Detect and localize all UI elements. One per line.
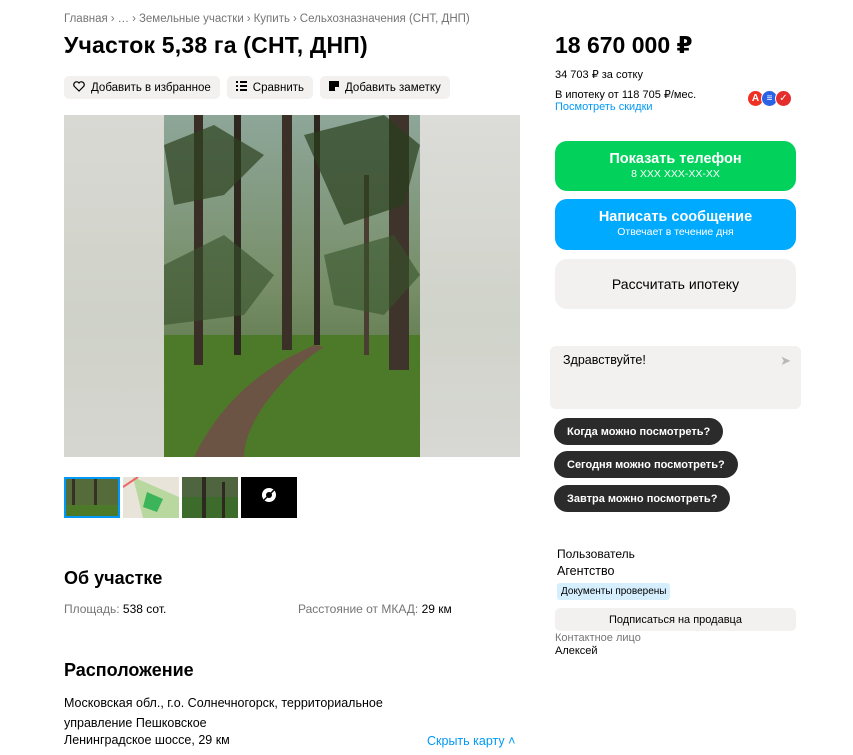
main-photo[interactable] — [164, 115, 420, 457]
gallery-blur-right — [420, 115, 520, 457]
add-note-button[interactable]: Добавить заметку — [320, 76, 450, 99]
about-heading: Об участке — [64, 568, 163, 588]
distance-param: Расстояние от МКАД: 29 км — [298, 602, 452, 616]
write-message-button[interactable]: Написать сообщение Отвечает в течение дн… — [555, 199, 796, 250]
thumbnail-strip — [64, 477, 297, 518]
breadcrumb: Главная ›… › Земельные участки › Купить › Сельх… — [64, 13, 470, 25]
distance-label: Расстояние от МКАД: — [298, 602, 419, 616]
mortgage-estimate: В ипотеку от 118 705 ₽/мес. — [555, 89, 697, 101]
chevron-up-icon: ˄ — [508, 734, 516, 748]
breadcrumb-category[interactable]: Сельхозназначения (СНТ, ДНП) — [300, 13, 470, 25]
bank-check-icon: ✓ — [775, 90, 792, 107]
breadcrumb-home[interactable]: Главная — [64, 13, 108, 25]
quick-question-button[interactable]: Сегодня можно посмотреть? — [554, 451, 738, 478]
area-label: Площадь: — [64, 602, 120, 616]
calculate-mortgage-button[interactable]: Рассчитать ипотеку — [555, 259, 796, 309]
note-icon — [329, 81, 340, 94]
breadcrumb-ellipsis[interactable]: … — [118, 13, 130, 25]
hide-map-label: Скрыть карту — [427, 734, 505, 748]
page-title: Участок 5,38 га (СНТ, ДНП) — [64, 32, 368, 58]
send-icon[interactable]: ➤ — [780, 353, 791, 369]
hide-map-link[interactable]: Скрыть карту ˄ — [427, 734, 515, 748]
area-value: 538 сот. — [122, 602, 167, 616]
location-heading: Расположение — [64, 660, 194, 680]
note-label: Добавить заметку — [345, 81, 441, 94]
compare-icon — [235, 81, 247, 94]
seller-name[interactable]: Агентство — [557, 564, 615, 578]
thumbnail[interactable] — [182, 477, 238, 518]
contact-person-label: Контактное лицо — [555, 632, 641, 644]
calculate-mortgage-label: Рассчитать ипотеку — [611, 276, 740, 292]
show-phone-button[interactable]: Показать телефон 8 XXX XXX-XX-XX — [555, 141, 796, 191]
breadcrumb-land[interactable]: Земельные участки — [139, 13, 244, 25]
view-discounts-link[interactable]: Посмотреть скидки — [555, 101, 653, 113]
breadcrumb-separator: › — [110, 13, 115, 25]
add-to-favorites-button[interactable]: Добавить в избранное — [64, 76, 220, 99]
show-phone-label: Показать телефон — [609, 151, 742, 167]
seller-type: Пользователь — [557, 547, 635, 561]
breadcrumb-separator: › — [292, 13, 297, 25]
subscribe-seller-button[interactable]: Подписаться на продавца — [555, 608, 796, 631]
highway: Ленинградское шоссе, 29 км — [64, 733, 230, 747]
area-param: Площадь: 538 сот. — [64, 602, 166, 616]
bank-logos[interactable]: А ≡ ✓ — [747, 90, 792, 107]
favorites-label: Добавить в избранное — [91, 81, 211, 94]
listing-actions: Добавить в избранное Сравнить Добавить з… — [64, 76, 450, 99]
contact-person-name: Алексей — [555, 645, 598, 657]
quick-question-button[interactable]: Когда можно посмотреть? — [554, 418, 724, 445]
breadcrumb-separator: › — [246, 13, 251, 25]
message-text: Здравствуйте! — [563, 353, 646, 367]
gallery-blur-left — [64, 115, 164, 457]
compare-button[interactable]: Сравнить — [226, 76, 314, 99]
compare-label: Сравнить — [252, 81, 305, 94]
breadcrumb-separator: › — [132, 13, 136, 25]
price-per-sotka: 34 703 ₽ за сотку — [555, 69, 643, 81]
camera-off-icon — [261, 487, 277, 508]
quick-question-button[interactable]: Завтра можно посмотреть? — [554, 485, 731, 512]
write-message-label: Написать сообщение — [598, 209, 753, 225]
response-time: Отвечает в течение дня — [617, 226, 734, 238]
thumbnail[interactable] — [123, 477, 179, 518]
photo-gallery[interactable] — [64, 115, 520, 457]
thumbnail[interactable] — [64, 477, 120, 518]
price: 18 670 000 ₽ — [555, 32, 693, 58]
distance-value: 29 км — [421, 602, 452, 616]
heart-icon — [73, 80, 85, 95]
breadcrumb-buy[interactable]: Купить — [254, 13, 290, 25]
thumbnail-more[interactable] — [241, 477, 297, 518]
message-input[interactable]: Здравствуйте! ➤ — [550, 346, 801, 409]
phone-mask: 8 XXX XXX-XX-XX — [631, 168, 720, 180]
verified-badge: Документы проверены — [557, 583, 671, 600]
address: Московская обл., г.о. Солнечногорск, тер… — [64, 696, 383, 730]
